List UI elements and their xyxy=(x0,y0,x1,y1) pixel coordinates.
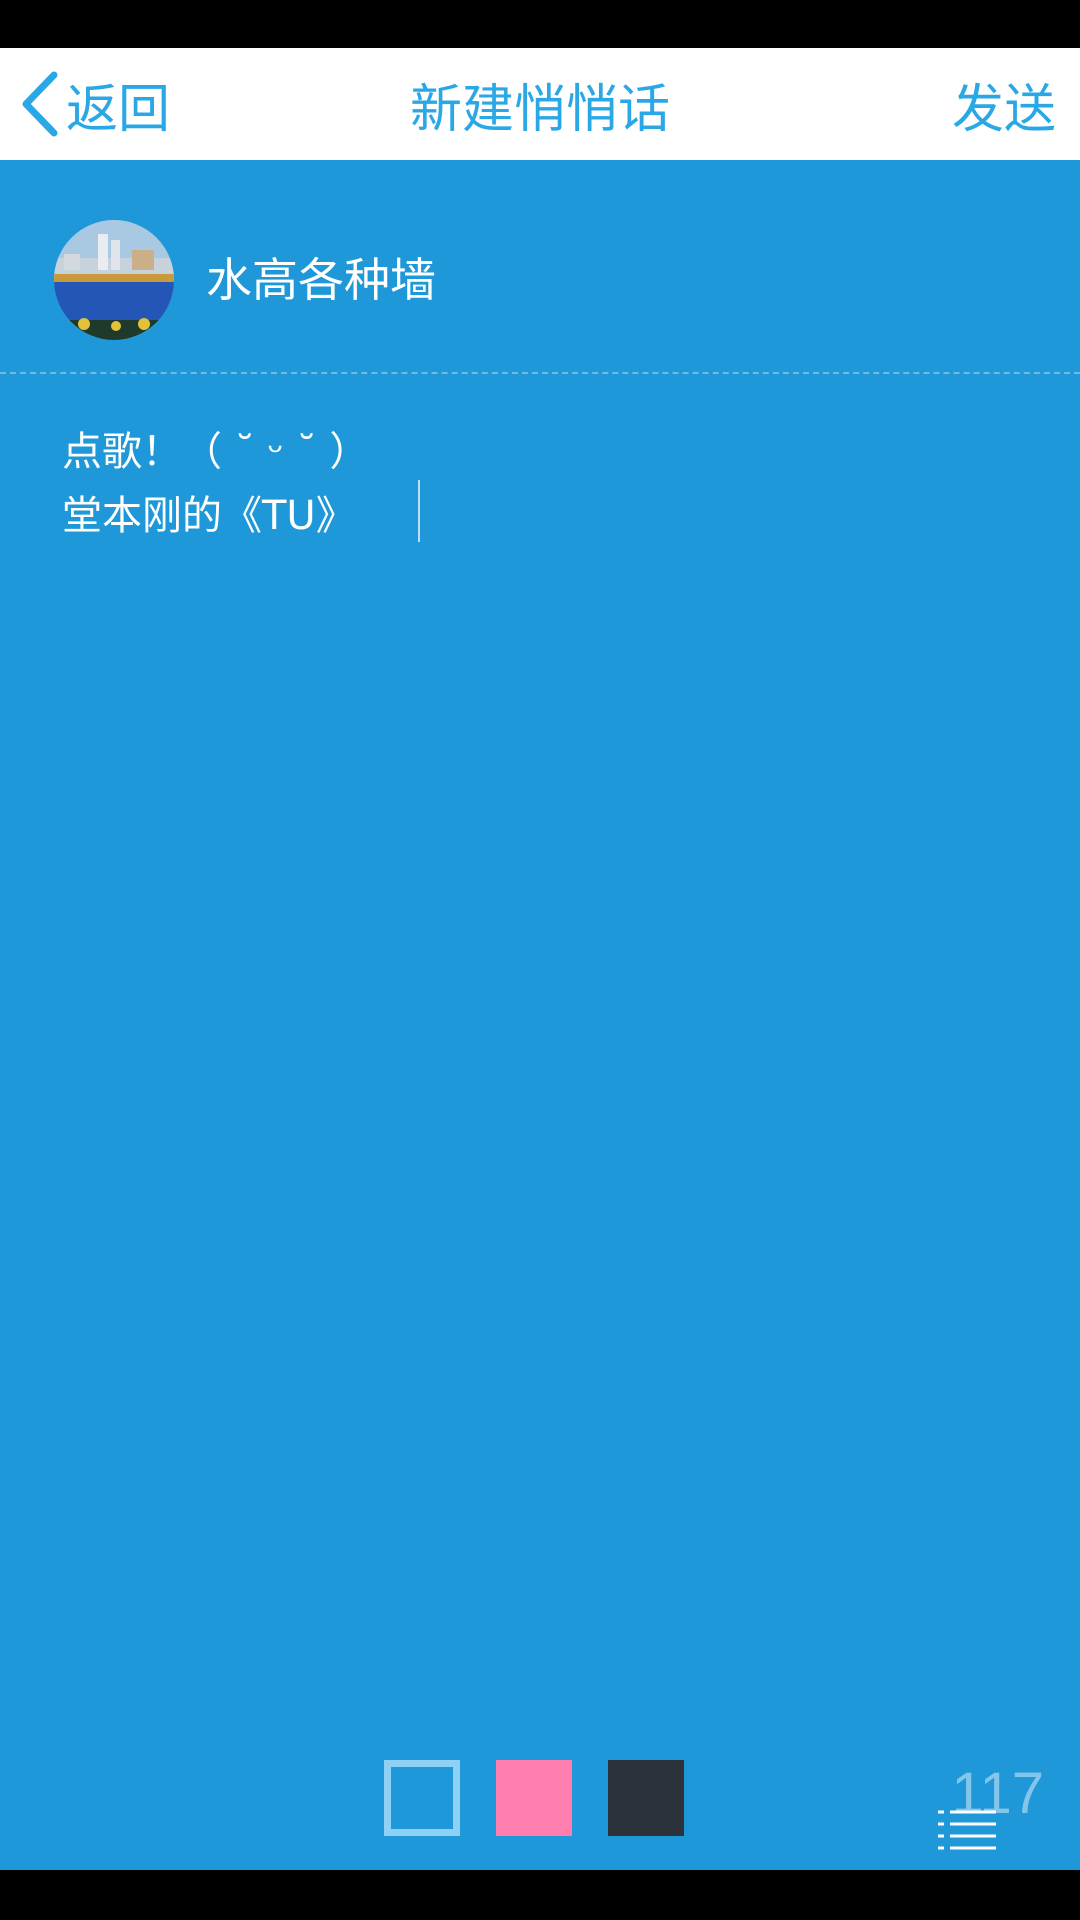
list-icon[interactable] xyxy=(938,1806,996,1854)
message-input[interactable]: 点歌！（ ˘ ᵕ ˘ ） 堂本刚的《TU》 xyxy=(62,420,1022,548)
avatar[interactable] xyxy=(54,220,174,340)
bottom-bar xyxy=(0,1870,1080,1920)
status-bar xyxy=(0,0,1080,48)
message-line: 点歌！（ ˘ ᵕ ˘ ） xyxy=(62,429,370,475)
navigation-bar: 返回 新建悄悄话 发送 xyxy=(0,48,1080,160)
color-picker xyxy=(384,1758,684,1838)
back-button[interactable]: 返回 xyxy=(16,48,170,160)
message-line: 堂本刚的《TU》 xyxy=(62,493,356,539)
text-cursor xyxy=(418,480,420,542)
color-swatch-dark[interactable] xyxy=(608,1760,684,1836)
compose-area: 水高各种墙 点歌！（ ˘ ᵕ ˘ ）堂本刚的《TU》 117 xyxy=(0,160,1080,1870)
divider xyxy=(0,372,1080,374)
back-label: 返回 xyxy=(66,79,171,140)
color-swatch-blue[interactable] xyxy=(384,1760,460,1836)
username: 水高各种墙 xyxy=(206,253,436,307)
send-button[interactable]: 发送 xyxy=(952,48,1056,160)
color-swatch-pink[interactable] xyxy=(496,1760,572,1836)
profile-row: 水高各种墙 xyxy=(0,160,1080,372)
avatar-image xyxy=(54,220,174,340)
chevron-left-icon xyxy=(22,71,58,137)
